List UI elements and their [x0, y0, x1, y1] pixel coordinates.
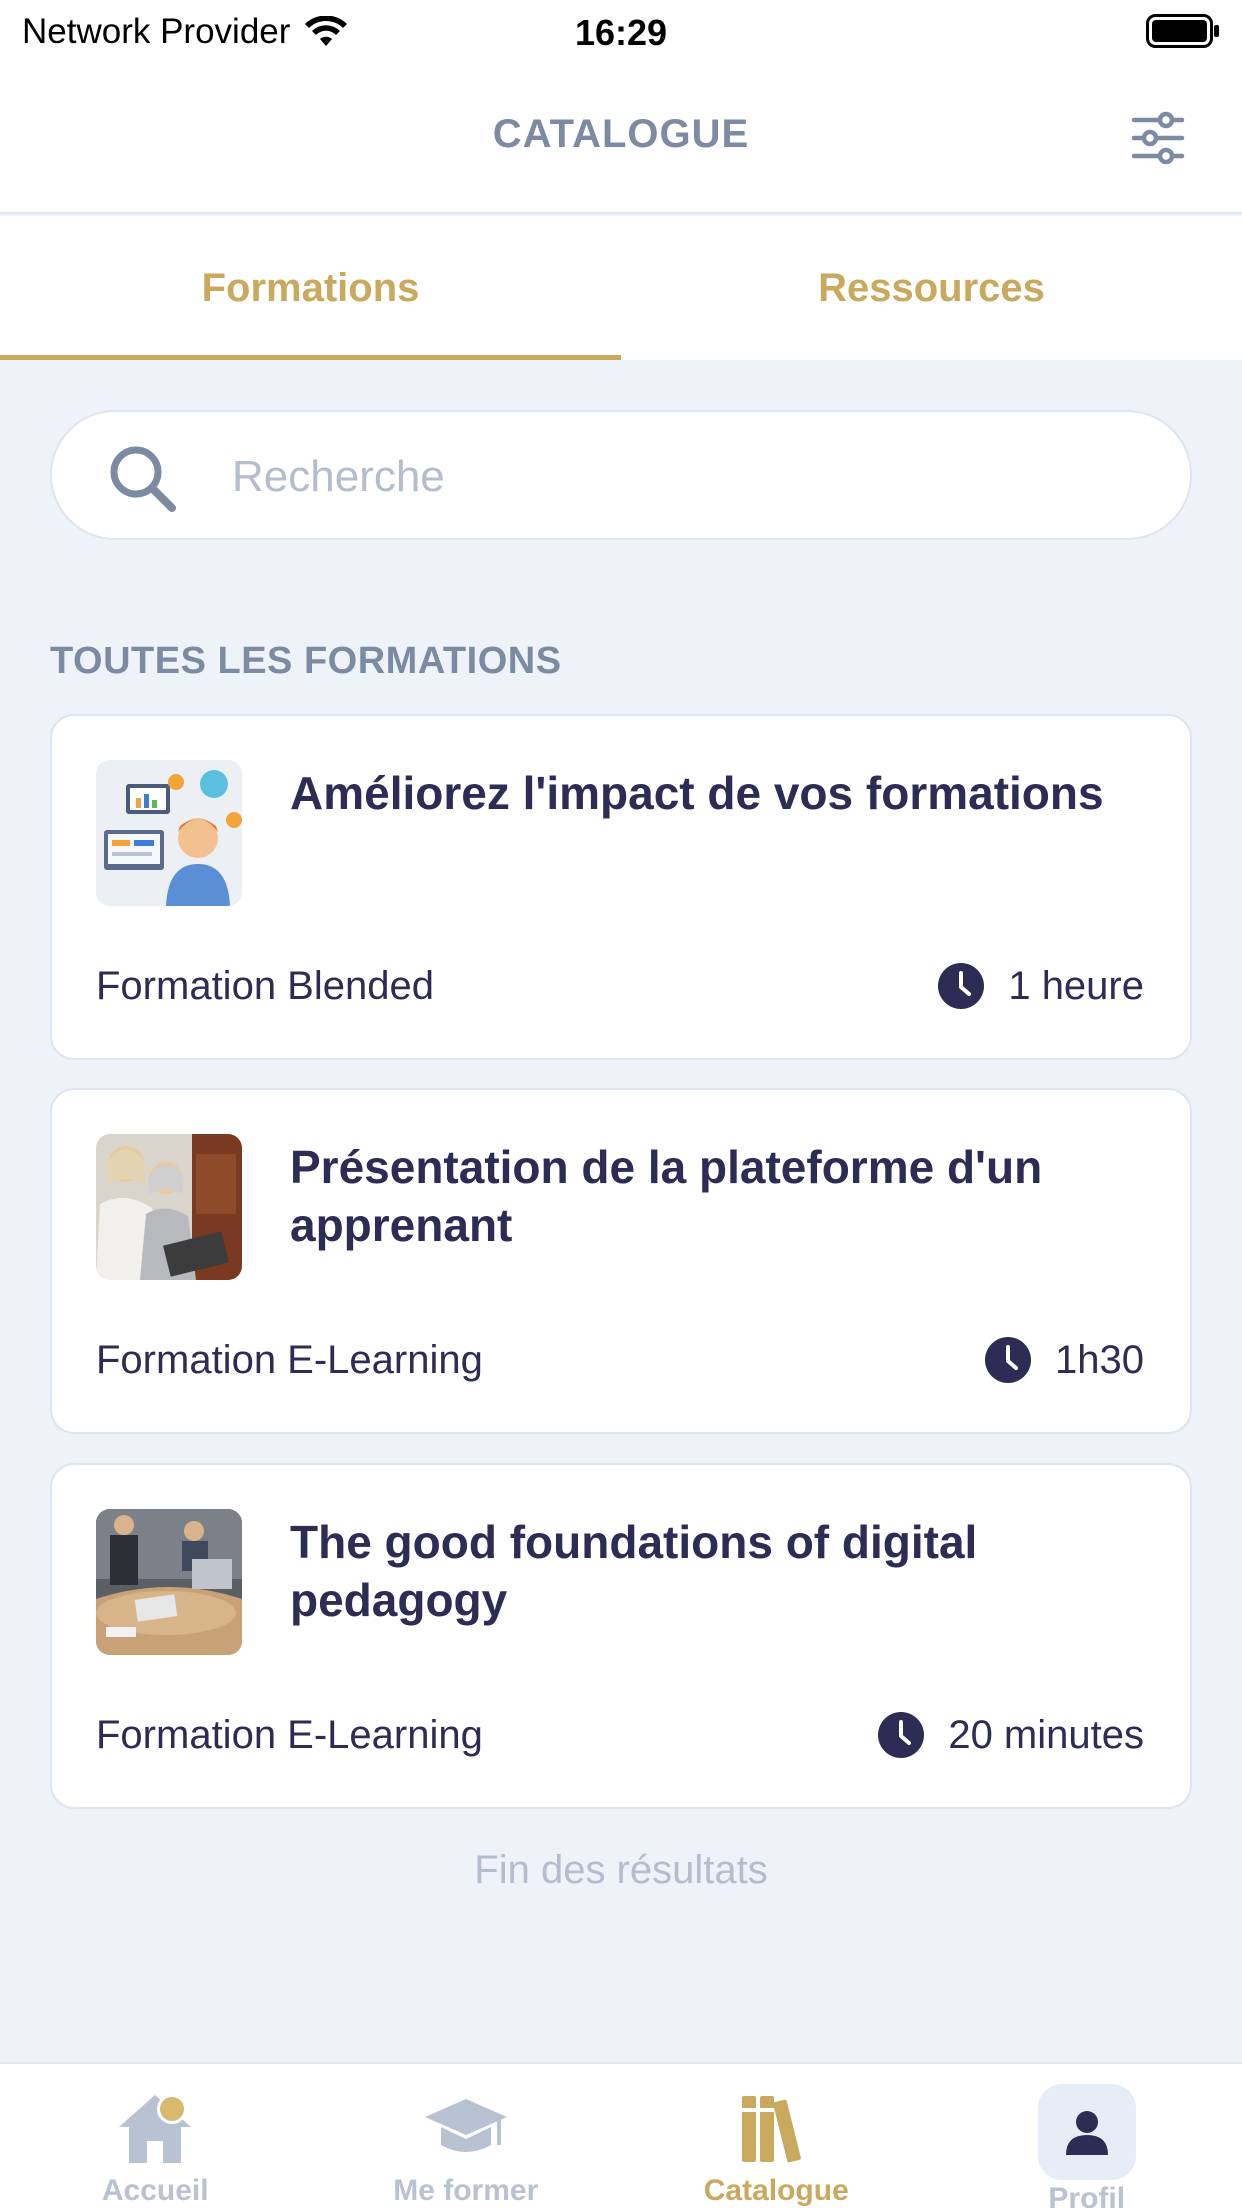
course-duration: 20 minutes	[878, 1707, 1144, 1763]
course-type: Formation E-Learning	[96, 1338, 483, 1382]
bottom-navigation: Accueil Me former Catalogue Profil	[0, 2062, 1242, 2208]
course-duration: 1h30	[985, 1332, 1144, 1388]
search-icon	[110, 446, 176, 512]
course-title: Présentation de la plateforme d'un appre…	[290, 1141, 1043, 1251]
nav-icon-wrap	[726, 2084, 826, 2172]
course-type: Formation E-Learning	[96, 1713, 483, 1757]
graduation-cap-icon	[424, 2099, 507, 2152]
section-title: TOUTES LES FORMATIONS	[50, 640, 562, 682]
status-time: 16:29	[574, 12, 668, 53]
clock-icon	[985, 1337, 1032, 1383]
status-bar: Network Provider 16:29	[0, 0, 1242, 62]
sliders-icon	[1131, 111, 1185, 165]
filter-button[interactable]	[1128, 108, 1188, 168]
tab-bar: Formations Ressources	[0, 216, 1242, 360]
top-header: CATALOGUE	[0, 62, 1242, 214]
course-card[interactable]: Présentation de la plateforme d'un appre…	[50, 1088, 1192, 1434]
battery-icon	[1146, 14, 1220, 57]
user-icon	[1065, 2111, 1108, 2155]
page-title: CATALOGUE	[492, 112, 750, 156]
nav-label: Me former	[393, 2174, 539, 2207]
clock-icon	[938, 963, 985, 1009]
nav-label: Accueil	[101, 2174, 209, 2207]
duration-label: 20 minutes	[948, 1712, 1144, 1757]
end-of-results-label: Fin des résultats	[474, 1848, 768, 1892]
course-thumbnail-photo	[96, 1134, 242, 1280]
course-title: Améliorez l'impact de vos formations	[290, 767, 1104, 819]
nav-item-profil[interactable]: Profil	[932, 2064, 1242, 2208]
nav-item-catalogue[interactable]: Catalogue	[621, 2064, 932, 2208]
books-icon	[742, 2096, 802, 2163]
course-card[interactable]: The good foundations of digital pedagogy…	[50, 1463, 1192, 1809]
course-thumbnail-photo	[96, 1509, 242, 1655]
course-duration: 1 heure	[938, 958, 1144, 1014]
nav-label: Profil	[1048, 2182, 1126, 2208]
course-title: The good foundations of digital pedagogy	[290, 1516, 978, 1626]
search-input[interactable]	[232, 442, 1132, 512]
duration-label: 1 heure	[1008, 963, 1144, 1008]
course-type: Formation Blended	[96, 964, 434, 1008]
course-thumbnail-illustration	[96, 760, 242, 906]
duration-label: 1h30	[1055, 1337, 1144, 1382]
tab-ressources[interactable]: Ressources	[621, 216, 1242, 360]
course-card[interactable]: Améliorez l'impact de vos formations For…	[50, 714, 1192, 1060]
nav-icon-wrap	[105, 2084, 205, 2172]
nav-item-accueil[interactable]: Accueil	[0, 2064, 311, 2208]
nav-label: Catalogue	[703, 2174, 849, 2207]
search-bar[interactable]	[50, 410, 1192, 540]
clock-icon	[878, 1712, 925, 1758]
nav-item-me-former[interactable]: Me former	[311, 2064, 622, 2208]
profile-bubble	[1037, 2084, 1136, 2180]
tab-formations[interactable]: Formations	[0, 216, 621, 360]
catalogue-screen: Network Provider 16:29 CATALOGUE Formati…	[0, 0, 1242, 2208]
nav-icon-wrap	[416, 2084, 516, 2172]
nav-icon-wrap	[1037, 2084, 1137, 2180]
